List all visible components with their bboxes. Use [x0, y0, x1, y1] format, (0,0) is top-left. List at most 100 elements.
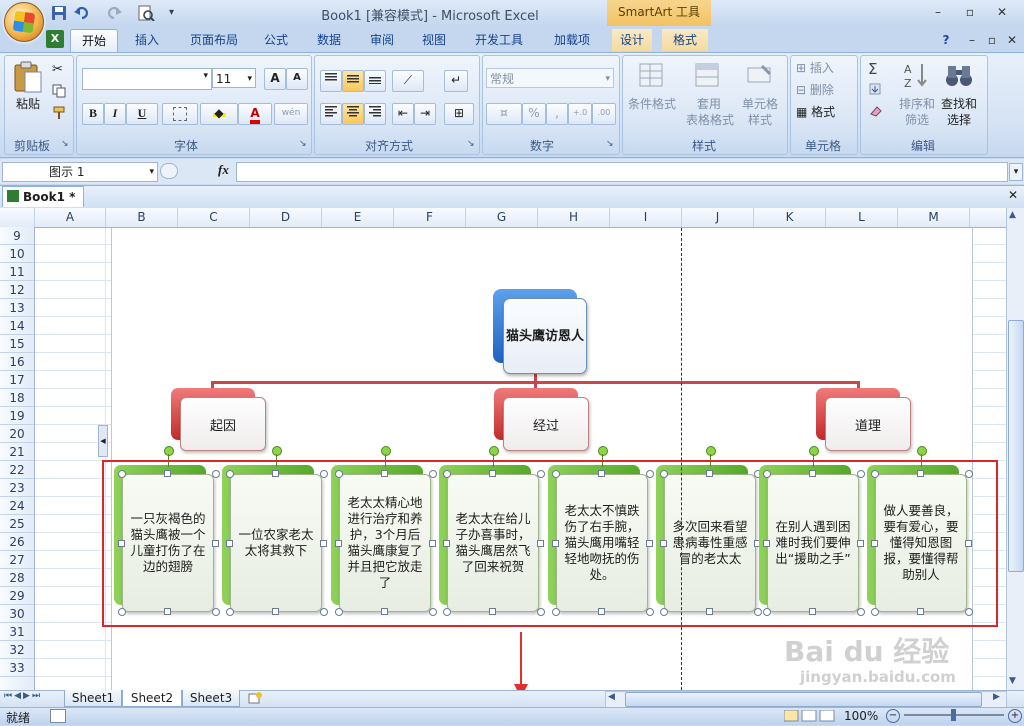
column-header[interactable]: F	[394, 208, 466, 227]
rotate-handle[interactable]	[272, 446, 282, 456]
name-box[interactable]: 图示 1 ▾	[2, 162, 158, 182]
number-format-select[interactable]: 常规 ▾	[486, 68, 614, 88]
smartart-root-node[interactable]: 猫头鹰访恩人	[503, 298, 587, 374]
close-button[interactable]: ✕	[990, 3, 1014, 21]
zoom-slider-thumb[interactable]	[951, 709, 956, 721]
table-format-icon[interactable]	[694, 62, 722, 92]
tab-6[interactable]: 视图	[414, 29, 454, 51]
sheet-tab[interactable]: Sheet2	[122, 690, 182, 707]
orientation-button[interactable]: ⟋	[392, 70, 424, 92]
number-launcher-icon[interactable]: ↘	[606, 139, 614, 149]
row-header[interactable]: 18	[0, 389, 34, 407]
tab-5[interactable]: 审阅	[362, 29, 402, 51]
restore-button[interactable]: ▫	[958, 3, 982, 21]
tab-9[interactable]: 设计	[612, 29, 652, 51]
align-middle-button[interactable]	[342, 70, 364, 92]
column-header[interactable]: G	[466, 208, 538, 227]
sort-filter-icon[interactable]: AZ	[902, 60, 932, 90]
workbook-close-icon[interactable]: ✕	[1008, 188, 1018, 202]
text-pane-toggle-icon[interactable]: ◀	[98, 425, 108, 457]
smartart-group-node[interactable]: 起因	[180, 397, 266, 451]
increase-indent-button[interactable]: ⇥	[414, 103, 436, 125]
workbook-tab[interactable]: Book1 *	[2, 186, 84, 207]
row-header[interactable]: 31	[0, 623, 34, 641]
decrease-decimal-button[interactable]: .00	[592, 103, 616, 125]
tab-7[interactable]: 开发工具	[466, 29, 532, 51]
find-select-label-2[interactable]: 选择	[938, 112, 980, 128]
row-header[interactable]: 24	[0, 497, 34, 515]
smartart-group-node[interactable]: 经过	[503, 397, 589, 451]
row-header[interactable]: 14	[0, 317, 34, 335]
excel-doc-icon[interactable]: X	[46, 30, 64, 48]
column-header[interactable]: K	[754, 208, 826, 227]
row-header[interactable]: 26	[0, 533, 34, 551]
tab-2[interactable]: 页面布局	[178, 29, 250, 51]
align-center-button[interactable]	[342, 103, 364, 125]
tab-10[interactable]: 格式	[662, 29, 708, 51]
italic-button[interactable]: I	[104, 103, 126, 125]
sheet-tab[interactable]: Sheet3	[182, 690, 240, 707]
row-header[interactable]: 28	[0, 569, 34, 587]
rotate-handle[interactable]	[489, 446, 499, 456]
expand-formula-icon[interactable]: ▾	[1009, 163, 1023, 181]
row-header[interactable]: 10	[0, 245, 34, 263]
cell-style-label-1[interactable]: 单元格	[738, 96, 782, 112]
rotate-handle[interactable]	[164, 446, 174, 456]
merge-center-button[interactable]: ⊞	[444, 103, 474, 125]
vertical-scroll-thumb[interactable]	[1008, 320, 1024, 572]
format-cells-button[interactable]: ▦ 格式	[796, 104, 854, 120]
font-color-button[interactable]: A	[238, 103, 272, 125]
column-header[interactable]: B	[106, 208, 178, 227]
insert-sheet-icon[interactable]	[248, 692, 262, 704]
rotate-handle[interactable]	[381, 446, 391, 456]
wrap-text-button[interactable]: ↵	[444, 70, 468, 92]
row-header[interactable]: 16	[0, 353, 34, 371]
customize-qat-icon[interactable]: ▾	[168, 4, 188, 23]
row-header[interactable]: 27	[0, 551, 34, 569]
row-header[interactable]: 15	[0, 335, 34, 353]
currency-button[interactable]: ¤	[486, 103, 522, 125]
horizontal-scroll-thumb[interactable]	[625, 692, 982, 707]
comma-button[interactable]: ,	[546, 103, 568, 125]
row-header[interactable]: 23	[0, 479, 34, 497]
table-format-label-1[interactable]: 套用	[684, 96, 734, 112]
rotate-handle[interactable]	[598, 446, 608, 456]
office-button[interactable]	[4, 2, 44, 42]
border-button[interactable]	[162, 103, 198, 125]
row-header[interactable]: 22	[0, 461, 34, 479]
column-header[interactable]: M	[898, 208, 970, 227]
undo-icon[interactable]	[72, 4, 92, 23]
conditional-format-button[interactable]: 条件格式	[624, 96, 680, 112]
row-header[interactable]: 20	[0, 425, 34, 443]
align-right-button[interactable]	[364, 103, 386, 125]
formula-input[interactable]	[236, 162, 1008, 182]
bold-button[interactable]: B	[82, 103, 104, 125]
insert-cells-button[interactable]: ⊞ 插入	[796, 60, 854, 76]
row-header[interactable]: 21	[0, 443, 34, 461]
sheet-tab[interactable]: Sheet1	[64, 690, 122, 707]
phonetic-button[interactable]: wén	[274, 103, 308, 125]
zoom-in-icon[interactable]: +	[1008, 709, 1022, 723]
row-header[interactable]: 33	[0, 659, 34, 677]
redo-icon[interactable]	[104, 4, 124, 23]
column-header-partial[interactable]	[970, 208, 1007, 227]
sheet-nav-icon[interactable]: ⏮◀▶⏭	[4, 691, 42, 701]
decrease-indent-button[interactable]: ⇤	[392, 103, 414, 125]
help-icon[interactable]: ?	[934, 31, 958, 49]
column-header[interactable]: J	[682, 208, 754, 227]
column-header[interactable]: H	[538, 208, 610, 227]
row-header[interactable]: 9	[0, 227, 34, 245]
scroll-left-icon[interactable]: ◀	[608, 692, 615, 702]
insert-function-button[interactable]: fx	[218, 162, 229, 178]
sort-filter-label-1[interactable]: 排序和	[896, 96, 938, 112]
ribbon-close-button[interactable]: ✕	[1000, 31, 1024, 49]
clear-icon[interactable]	[868, 104, 884, 118]
cut-icon[interactable]: ✂	[52, 62, 63, 77]
row-header[interactable]: 30	[0, 605, 34, 623]
binoculars-icon[interactable]	[944, 60, 974, 90]
save-icon[interactable]	[50, 4, 70, 23]
rotate-handle[interactable]	[706, 446, 716, 456]
cell-style-icon[interactable]	[746, 62, 774, 92]
row-header[interactable]: 13	[0, 299, 34, 317]
align-bottom-button[interactable]	[364, 70, 386, 92]
